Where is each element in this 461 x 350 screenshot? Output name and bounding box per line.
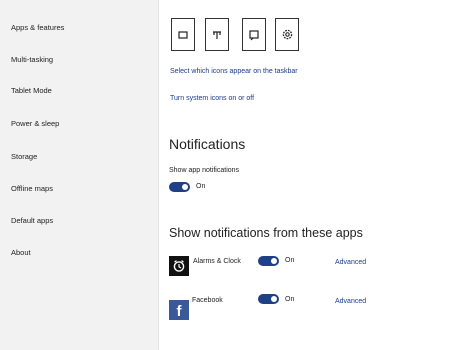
tablet-mode-icon xyxy=(178,30,188,39)
alarms-clock-toggle[interactable] xyxy=(258,256,279,266)
show-app-notifications-label: Show app notifications xyxy=(169,167,240,174)
system-icons-link[interactable]: Turn system icons on or off xyxy=(170,95,254,102)
network-icon xyxy=(213,30,221,39)
sidebar-item-power-sleep[interactable]: Power & sleep xyxy=(11,119,59,128)
sidebar-item-tablet-mode[interactable]: Tablet Mode xyxy=(11,86,52,95)
show-app-notifications-toggle[interactable] xyxy=(169,182,190,192)
app-name-alarms-clock: Alarms & Clock xyxy=(193,258,241,265)
facebook-state: On xyxy=(285,296,295,303)
taskbar-tile-network[interactable] xyxy=(205,18,229,51)
toggle-knob xyxy=(271,258,277,264)
taskbar-tile-tablet-mode[interactable] xyxy=(171,18,195,51)
alarms-clock-advanced-link[interactable]: Advanced xyxy=(335,259,366,266)
alarm-clock-icon xyxy=(169,256,189,276)
app-name-facebook: Facebook xyxy=(192,297,223,304)
facebook-icon: f xyxy=(169,300,189,320)
facebook-toggle[interactable] xyxy=(258,294,279,304)
toggle-state-label: On xyxy=(196,183,206,190)
taskbar-tile-settings[interactable] xyxy=(275,18,299,51)
sidebar-item-storage[interactable]: Storage xyxy=(11,152,37,161)
alarms-clock-state: On xyxy=(285,257,295,264)
sidebar-item-offline-maps[interactable]: Offline maps xyxy=(11,184,53,193)
sidebar-item-about[interactable]: About xyxy=(11,248,31,257)
toggle-knob xyxy=(271,296,277,302)
sidebar-item-apps-features[interactable]: Apps & features xyxy=(11,23,64,32)
notifications-heading: Notifications xyxy=(169,136,246,152)
settings-sidebar: Apps & features Multi-tasking Tablet Mod… xyxy=(0,0,159,350)
facebook-advanced-link[interactable]: Advanced xyxy=(335,298,366,305)
action-center-icon xyxy=(249,29,259,40)
sidebar-item-default-apps[interactable]: Default apps xyxy=(11,216,53,225)
sidebar-item-multitasking[interactable]: Multi-tasking xyxy=(11,55,53,64)
app-notifications-heading: Show notifications from these apps xyxy=(169,226,363,240)
settings-main-pane: Select which icons appear on the taskbar… xyxy=(159,0,461,350)
select-taskbar-icons-link[interactable]: Select which icons appear on the taskbar xyxy=(170,68,298,75)
settings-gear-icon xyxy=(282,29,292,40)
taskbar-tile-action-center[interactable] xyxy=(242,18,266,51)
toggle-knob xyxy=(182,184,188,190)
